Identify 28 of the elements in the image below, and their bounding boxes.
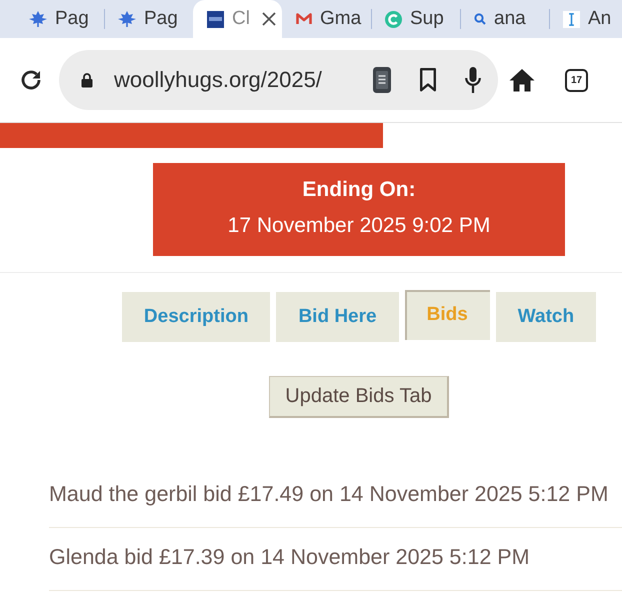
leaf-icon xyxy=(118,11,136,27)
browser-tab[interactable]: Gma xyxy=(282,0,371,38)
home-icon[interactable] xyxy=(509,68,535,92)
m-logo-icon xyxy=(296,13,312,25)
browser-tab[interactable]: ana xyxy=(460,0,549,38)
browser-tab[interactable]: Pag xyxy=(15,0,104,38)
ending-label: Ending On: xyxy=(302,177,416,203)
bookmark-icon[interactable] xyxy=(419,68,437,92)
text-cursor-icon xyxy=(563,10,580,28)
lock-icon xyxy=(81,72,93,88)
browser-tab[interactable]: Pag xyxy=(104,0,193,38)
address-bar[interactable]: woollyhugs.org/2025/ xyxy=(59,50,498,110)
search-icon xyxy=(474,13,486,25)
browser-tab[interactable]: Sup xyxy=(371,0,460,38)
tile-logo-icon xyxy=(207,10,224,28)
ending-date: 17 November 2025 9:02 PM xyxy=(228,213,490,239)
browser-tab[interactable]: An xyxy=(549,0,622,38)
bid-entry: Maud the gerbil bid £17.49 on 14 November 2025 5:12 PM xyxy=(49,482,608,506)
update-button[interactable]: Update Bids Tab xyxy=(269,376,449,418)
reader-mode-icon[interactable] xyxy=(373,67,391,93)
leaf-icon xyxy=(29,11,47,27)
bid-entry: Glenda bid £17.39 on 14 November 2025 5:12 PM xyxy=(49,545,530,569)
reload-icon[interactable] xyxy=(19,68,43,92)
tab-count-button[interactable]: 17 xyxy=(565,68,588,92)
microphone-icon[interactable] xyxy=(465,67,481,93)
close-icon[interactable] xyxy=(262,12,276,26)
url-text[interactable]: woollyhugs.org/2025/ xyxy=(114,67,345,93)
c-logo-icon xyxy=(385,10,402,28)
